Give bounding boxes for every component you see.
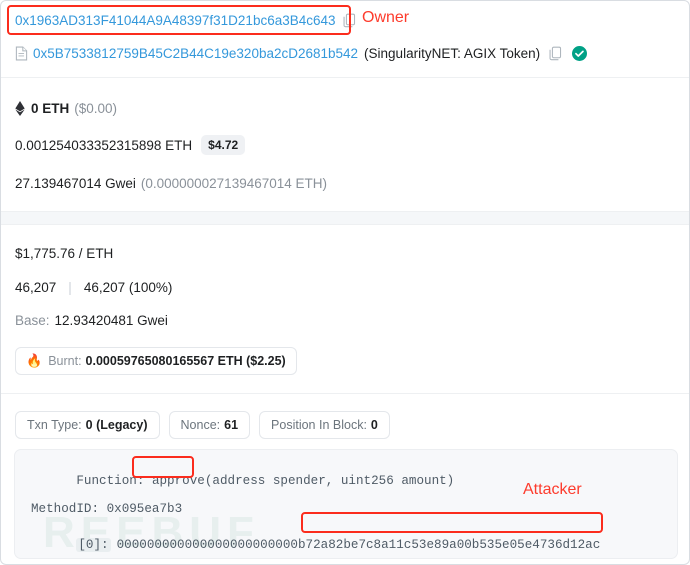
transaction-fee-amount: 0.001254033352315898 ETH [15, 137, 193, 153]
base-fee-row: Base: 12.93420481 Gwei [1, 309, 689, 331]
divider-before-chips [1, 393, 689, 394]
param-1-row: [1]:000000000000000000000000000000000000… [31, 546, 563, 558]
divider-after-token-row [1, 77, 689, 78]
base-fee-label: Base: [15, 312, 50, 328]
chip-txn-type-label: Txn Type: [27, 418, 82, 432]
burnt-value: 0.00059765080165567 ETH ($2.25) [85, 354, 286, 368]
section-separator-band [1, 211, 689, 225]
token-name-label: (SingularityNET: AGIX Token) [364, 45, 541, 61]
verified-check-icon [572, 45, 588, 61]
burnt-fee-badge: 🔥 Burnt: 0.00059765080165567 ETH ($2.25) [15, 347, 297, 375]
gas-used-value: 46,207 (100%) [83, 279, 173, 295]
burnt-label: Burnt: [48, 354, 82, 368]
chip-position-value: 0 [370, 418, 378, 432]
copy-icon[interactable] [549, 46, 562, 61]
gas-usage-row: 46,207 | 46,207 (100%) [1, 276, 689, 298]
owner-address-link[interactable]: 0x1963AD313F41044A9A48397f31D21bc6a3B4c6… [15, 13, 336, 28]
chip-nonce: Nonce: 61 [168, 411, 251, 439]
function-name: approve [151, 474, 205, 488]
chip-nonce-value: 61 [224, 418, 239, 432]
token-contract-row: 0x5B7533812759B45C2B44C19e320ba2cD2681b5… [1, 41, 689, 65]
token-contract-address-link[interactable]: 0x5B7533812759B45C2B44C19e320ba2cD2681b5… [33, 46, 358, 61]
value-usd: ($0.00) [74, 100, 118, 116]
value-amount: 0 ETH [31, 100, 70, 116]
function-prefix-label: Function: [76, 474, 152, 488]
gas-price-gwei: 27.139467014 Gwei [15, 175, 136, 191]
band-bottom-hairline [1, 224, 689, 225]
function-signature-line: Function: approve(address spender, uint2… [31, 460, 454, 502]
chip-position-in-block: Position In Block: 0 [259, 411, 390, 439]
chip-txn-type: Txn Type: 0 (Legacy) [15, 411, 160, 439]
chip-txn-type-value: 0 (Legacy) [85, 418, 148, 432]
copy-icon[interactable] [343, 13, 356, 28]
gas-price-row: 27.139467014 Gwei (0.000000027139467014 … [1, 172, 689, 194]
value-row: 0 ETH ($0.00) [1, 97, 689, 119]
attacker-annotation-label: Attacker [523, 481, 582, 498]
transaction-fee-usd-pill: $4.72 [201, 135, 246, 155]
chip-nonce-label: Nonce: [180, 418, 221, 432]
input-data-panel: REEBUF Function: approve(address spender… [14, 449, 678, 559]
transaction-details-screenshot: 0x1963AD313F41044A9A48397f31D21bc6a3B4c6… [0, 0, 690, 565]
base-fee-value: 12.93420481 Gwei [54, 312, 168, 328]
owner-address-row: 0x1963AD313F41044A9A48397f31D21bc6a3B4c6… [1, 7, 689, 33]
eth-price-row: $1,775.76 / ETH [1, 242, 689, 264]
ethereum-diamond-icon [15, 100, 25, 116]
eth-price-value: $1,775.76 / ETH [15, 245, 114, 261]
transaction-fee-row: 0.001254033352315898 ETH $4.72 [1, 133, 689, 157]
flame-icon: 🔥 [26, 353, 43, 368]
gas-usage-separator: | [68, 279, 72, 295]
contract-document-icon [15, 46, 28, 61]
chip-position-label: Position In Block: [271, 418, 367, 432]
gas-price-eth: (0.000000027139467014 ETH) [140, 175, 328, 191]
function-arguments: (address spender, uint256 amount) [204, 474, 455, 488]
band-top-hairline [1, 211, 689, 212]
method-id-line: MethodID: 0x095ea7b3 [31, 502, 183, 516]
transaction-attribute-chips: Txn Type: 0 (Legacy) Nonce: 61 Position … [1, 410, 689, 440]
owner-annotation-label: Owner [362, 9, 410, 26]
gas-limit-value: 46,207 [15, 279, 57, 295]
